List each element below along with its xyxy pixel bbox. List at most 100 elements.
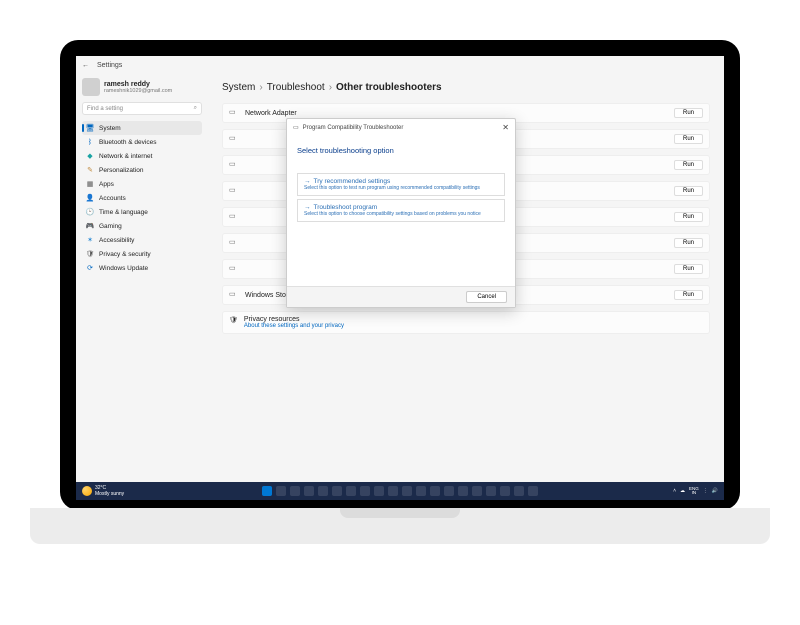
window-titlebar: ← Settings [76, 56, 724, 74]
sidebar-item-apps[interactable]: ▦Apps [82, 177, 202, 191]
run-button[interactable]: Run [674, 290, 703, 300]
app-icon[interactable] [472, 486, 482, 496]
screen: ← Settings ramesh reddy rameshnik1029@gm… [76, 56, 724, 500]
laptop-frame: ← Settings ramesh reddy rameshnik1029@gm… [60, 40, 740, 510]
explorer-icon[interactable] [304, 486, 314, 496]
dialog-heading: Select troubleshooting option [297, 146, 505, 155]
sidebar-item-time-language[interactable]: 🕑Time & language [82, 205, 202, 219]
sidebar-item-system[interactable]: 🖥 System [82, 121, 202, 135]
run-button[interactable]: Run [674, 238, 703, 248]
dialog-footer: Cancel [287, 286, 515, 307]
run-button[interactable]: Run [674, 186, 703, 196]
sidebar-item-personalization[interactable]: ✎Personalization [82, 163, 202, 177]
app-icon[interactable] [374, 486, 384, 496]
volume-icon[interactable]: 🔊 [712, 488, 718, 494]
nav-icon: 🛡 [86, 250, 94, 258]
chevron-icon: › [259, 82, 262, 93]
troubleshooter-label: Network Adapter [245, 110, 297, 117]
breadcrumb: System › Troubleshoot › Other troublesho… [222, 82, 710, 93]
nav-label: Apps [99, 181, 114, 188]
app-icon[interactable] [360, 486, 370, 496]
app-icon[interactable] [346, 486, 356, 496]
run-button[interactable]: Run [674, 134, 703, 144]
user-email: rameshnik1029@gmail.com [104, 88, 172, 94]
taskbar-right[interactable]: ˄ ☁ ENG IN ⋮ 🔊 [673, 487, 718, 496]
nav-list: 🖥 System ᛒBluetooth & devices ◆ Network & in… [82, 121, 202, 275]
run-button[interactable]: Run [674, 160, 703, 170]
nav-label: Privacy & security [99, 251, 151, 258]
sidebar-item-accounts[interactable]: 👤Accounts [82, 191, 202, 205]
app-icon[interactable] [388, 486, 398, 496]
app-icon[interactable] [444, 486, 454, 496]
arrow-icon: → [304, 178, 311, 185]
dialog-body: Select troubleshooting option →Try recom… [287, 136, 515, 286]
app-icon[interactable] [402, 486, 412, 496]
nav-label: Gaming [99, 223, 122, 230]
app-icon[interactable] [416, 486, 426, 496]
window-title: Settings [97, 62, 122, 69]
app-icon[interactable] [528, 486, 538, 496]
cancel-button[interactable]: Cancel [466, 291, 507, 303]
dialog-header: ▭ Program Compatibility Troubleshooter ✕ [287, 119, 515, 136]
taskbar-center [262, 486, 538, 496]
tray-chevron-icon[interactable]: ˄ [673, 488, 676, 494]
back-button[interactable]: ← [82, 62, 89, 69]
app-icon[interactable] [500, 486, 510, 496]
arrow-icon: → [304, 204, 311, 211]
taskbar-left[interactable]: 32°C Mostly sunny [82, 485, 124, 497]
user-block[interactable]: ramesh reddy rameshnik1029@gmail.com [82, 78, 202, 96]
run-button[interactable]: Run [674, 108, 703, 118]
nav-icon: 🕑 [86, 208, 94, 216]
nav-label: System [99, 125, 121, 132]
run-button[interactable]: Run [674, 264, 703, 274]
weather-desc: Mostly sunny [95, 491, 124, 497]
search-icon: ⌕ [194, 105, 197, 112]
troubleshooter-icon: ▭ [229, 108, 239, 118]
nav-label: Accessibility [99, 237, 134, 244]
onedrive-icon[interactable]: ☁ [680, 488, 685, 494]
troubleshooter-icon: ▭ [229, 264, 239, 274]
nav-icon: ✶ [86, 236, 94, 244]
start-button[interactable] [262, 486, 272, 496]
privacy-link[interactable]: About these settings and your privacy [244, 323, 344, 329]
run-button[interactable]: Run [674, 212, 703, 222]
nav-label: Network & internet [99, 153, 152, 160]
sidebar-item-network-internet[interactable]: ◆ Network & internet [82, 149, 202, 163]
option-desc: Select this option to test run program u… [304, 185, 498, 191]
option-troubleshoot[interactable]: →Troubleshoot program Select this option… [297, 199, 505, 222]
sidebar-item-gaming[interactable]: 🎮Gaming [82, 219, 202, 233]
app-icon[interactable] [458, 486, 468, 496]
sidebar-item-windows-update[interactable]: ⟳Windows Update [82, 261, 202, 275]
app-icon[interactable] [332, 486, 342, 496]
app-icon[interactable] [318, 486, 328, 496]
avatar [82, 78, 100, 96]
app-icon[interactable] [486, 486, 496, 496]
app-icon[interactable] [514, 486, 524, 496]
task-view-icon[interactable] [290, 486, 300, 496]
nav-icon: ᛒ [86, 138, 94, 146]
sidebar-item-privacy-security[interactable]: 🛡 Privacy & security [82, 247, 202, 261]
close-button[interactable]: ✕ [502, 123, 509, 132]
language-indicator[interactable]: ENG IN [689, 487, 699, 496]
weather-icon [82, 486, 92, 496]
search-input[interactable]: Find a setting ⌕ [82, 102, 202, 115]
laptop-notch [340, 508, 460, 518]
troubleshooter-icon: ▭ [229, 212, 239, 222]
sidebar-item-bluetooth-devices[interactable]: ᛒBluetooth & devices [82, 135, 202, 149]
nav-icon: 🖥 [86, 124, 94, 132]
search-taskbar-icon[interactable] [276, 486, 286, 496]
app-icon[interactable] [430, 486, 440, 496]
privacy-title: Privacy resources [244, 316, 344, 323]
breadcrumb-system[interactable]: System [222, 82, 255, 93]
wifi-icon[interactable]: ⋮ [703, 488, 708, 494]
nav-icon: ◆ [86, 152, 94, 160]
option-title: Try recommended settings [314, 178, 391, 185]
compat-dialog: ▭ Program Compatibility Troubleshooter ✕… [286, 118, 516, 308]
breadcrumb-troubleshoot[interactable]: Troubleshoot [267, 82, 325, 93]
nav-label: Windows Update [99, 265, 148, 272]
option-recommended[interactable]: →Try recommended settings Select this op… [297, 173, 505, 196]
privacy-row: 🛡 Privacy resources About these settings… [222, 311, 710, 334]
nav-label: Accounts [99, 195, 126, 202]
sidebar-item-accessibility[interactable]: ✶ Accessibility [82, 233, 202, 247]
chevron-icon: › [329, 82, 332, 93]
